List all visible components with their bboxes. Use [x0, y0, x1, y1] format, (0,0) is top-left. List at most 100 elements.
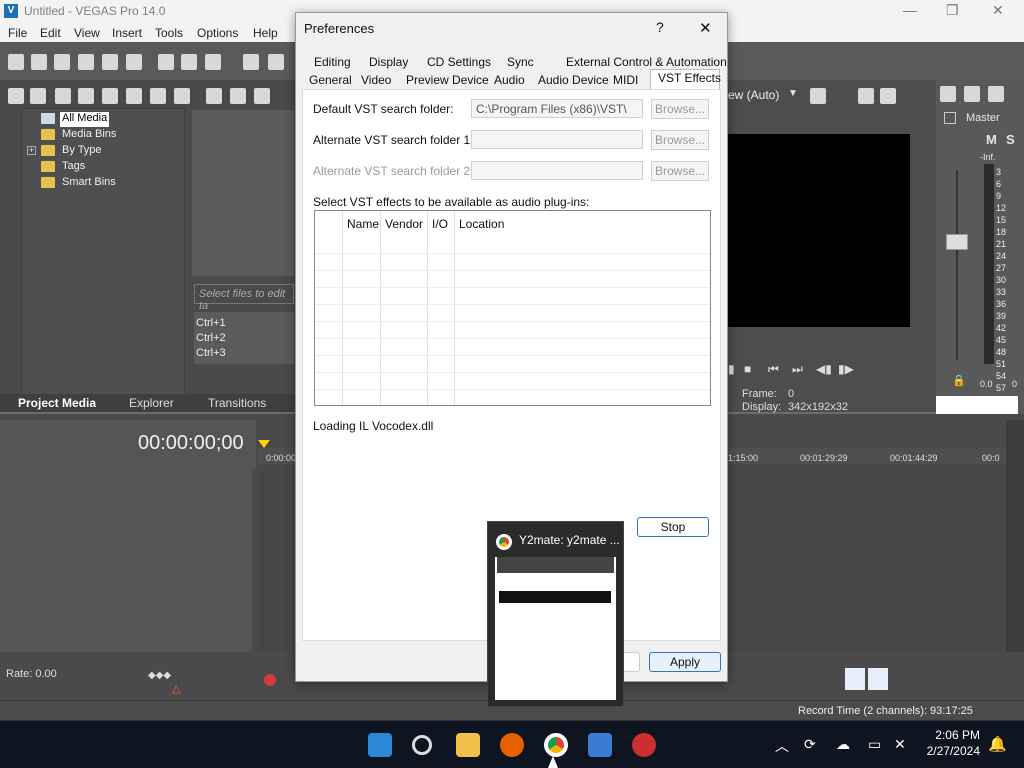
dim-icon[interactable]: [988, 86, 1004, 102]
menu-help[interactable]: Help: [253, 26, 278, 40]
menu-tools[interactable]: Tools: [155, 26, 183, 40]
save-icon[interactable]: [54, 54, 70, 70]
snap-magnet-icon[interactable]: [845, 668, 865, 690]
volume-muted-icon[interactable]: ✕: [894, 736, 906, 753]
timeline-vscroll[interactable]: [1006, 420, 1024, 652]
menu-options[interactable]: Options: [197, 26, 238, 40]
file-explorer-icon[interactable]: [456, 733, 480, 757]
tab-transitions[interactable]: Transitions: [208, 396, 266, 410]
master-checkbox-icon[interactable]: [944, 112, 956, 124]
tab-audio-device[interactable]: Audio Device: [538, 73, 609, 87]
menu-edit[interactable]: Edit: [40, 26, 61, 40]
auto-preview-icon[interactable]: [254, 88, 270, 104]
import-media-icon[interactable]: [55, 88, 71, 104]
next-frame-icon[interactable]: ⏭: [792, 362, 803, 377]
browse-alt2-button[interactable]: Browse...: [651, 161, 709, 181]
close-icon[interactable]: ✕: [992, 2, 1004, 19]
preview-quality-dropdown[interactable]: ew (Auto): [728, 88, 779, 102]
tab-video[interactable]: Video: [361, 73, 391, 87]
prev-frame-icon[interactable]: ⏮: [768, 362, 779, 377]
save-snapshot-icon[interactable]: [880, 88, 896, 104]
undo-icon[interactable]: [243, 54, 259, 70]
tab-sync[interactable]: Sync: [507, 55, 534, 69]
tab-project-media[interactable]: Project Media: [18, 396, 96, 410]
expand-icon[interactable]: +: [27, 146, 36, 155]
menu-view[interactable]: View: [74, 26, 100, 40]
tab-display[interactable]: Display: [369, 55, 408, 69]
apply-button[interactable]: Apply: [649, 652, 721, 672]
tab-preview-device[interactable]: Preview Device: [406, 73, 489, 87]
tab-cd-settings[interactable]: CD Settings: [427, 55, 491, 69]
browse-alt1-button[interactable]: Browse...: [651, 130, 709, 150]
rate-slider-icon[interactable]: ◆◆◆: [148, 670, 171, 681]
media-filter-input[interactable]: Select files to edit ta: [194, 284, 294, 312]
cloud-icon[interactable]: ☁: [836, 736, 850, 753]
tree-item-smart-bins[interactable]: Smart Bins: [62, 176, 116, 191]
vst-effects-table[interactable]: Name Vendor I/O Location: [314, 210, 711, 406]
browse-default-button[interactable]: Browse...: [651, 99, 709, 119]
col-vendor[interactable]: Vendor: [385, 217, 423, 231]
capture-icon[interactable]: [78, 88, 94, 104]
tree-item-by-type[interactable]: By Type: [62, 144, 102, 159]
solo-icon[interactable]: S: [1006, 132, 1015, 147]
chrome-taskbar-icon[interactable]: [544, 733, 568, 757]
tree-item-tags[interactable]: Tags: [62, 160, 85, 175]
app-taskbar-icon[interactable]: [632, 733, 656, 757]
minimize-icon[interactable]: —: [903, 2, 917, 18]
render-icon[interactable]: [102, 54, 118, 70]
web-icon[interactable]: [102, 88, 118, 104]
step-back-icon[interactable]: ◀▮: [816, 362, 832, 376]
col-io[interactable]: I/O: [432, 217, 448, 231]
search-icon[interactable]: [412, 735, 432, 755]
stop-icon[interactable]: [230, 88, 246, 104]
redo-icon[interactable]: [268, 54, 284, 70]
clock-date[interactable]: 2/27/2024: [920, 744, 980, 758]
open-icon[interactable]: [31, 54, 47, 70]
cut-icon[interactable]: [158, 54, 174, 70]
master-fader-handle[interactable]: [946, 234, 968, 250]
mute-icon[interactable]: M: [986, 132, 997, 147]
copy-icon[interactable]: [181, 54, 197, 70]
firefox-icon[interactable]: [500, 733, 524, 757]
record-icon[interactable]: [264, 674, 276, 686]
menu-file[interactable]: File: [8, 26, 27, 40]
windows-start-icon[interactable]: [368, 733, 392, 757]
sync-icon[interactable]: ⟳: [804, 736, 816, 753]
stop-icon[interactable]: ■: [744, 362, 751, 376]
close-icon[interactable]: ✕: [699, 19, 712, 37]
menu-insert[interactable]: Insert: [112, 26, 142, 40]
playhead-marker-icon[interactable]: [258, 440, 270, 448]
tab-explorer[interactable]: Explorer: [129, 396, 174, 410]
tree-item-all-media[interactable]: All Media: [60, 112, 110, 127]
media-toolbar-icon[interactable]: [8, 88, 24, 104]
media-fx-icon[interactable]: [150, 88, 166, 104]
vegas-taskbar-icon[interactable]: [588, 733, 612, 757]
grid-icon[interactable]: [810, 88, 826, 104]
play-icon[interactable]: [206, 88, 222, 104]
chevron-up-icon[interactable]: ︿: [775, 736, 789, 756]
step-forward-icon[interactable]: ▮▶: [838, 362, 854, 376]
tab-midi[interactable]: MIDI: [613, 73, 638, 87]
restore-icon[interactable]: ❐: [946, 2, 959, 19]
tab-external-control[interactable]: External Control & Automation: [566, 55, 727, 69]
media-list-area[interactable]: [192, 110, 294, 276]
chevron-down-icon[interactable]: ▼: [788, 88, 798, 99]
tree-item-media-bins[interactable]: Media Bins: [62, 128, 116, 143]
copy-snapshot-icon[interactable]: [858, 88, 874, 104]
tab-editing[interactable]: Editing: [314, 55, 351, 69]
new-project-icon[interactable]: [8, 54, 24, 70]
stop-button[interactable]: Stop: [637, 517, 709, 537]
media-generator-icon[interactable]: [174, 88, 190, 104]
master-bus-tab[interactable]: [936, 396, 1018, 414]
tab-vst-effects[interactable]: VST Effects: [658, 71, 721, 85]
properties-gear-icon[interactable]: [126, 54, 142, 70]
help-icon[interactable]: ?: [656, 19, 664, 35]
alt-vst-folder-1-field[interactable]: [471, 130, 643, 149]
gear-icon[interactable]: [940, 86, 956, 102]
tab-general[interactable]: General: [309, 73, 352, 87]
default-vst-folder-field[interactable]: C:\Program Files (x86)\VST\: [471, 99, 643, 118]
col-location[interactable]: Location: [459, 217, 504, 231]
remove-icon[interactable]: [126, 88, 142, 104]
auto-ripple-icon[interactable]: [868, 668, 888, 690]
save-as-icon[interactable]: [78, 54, 94, 70]
